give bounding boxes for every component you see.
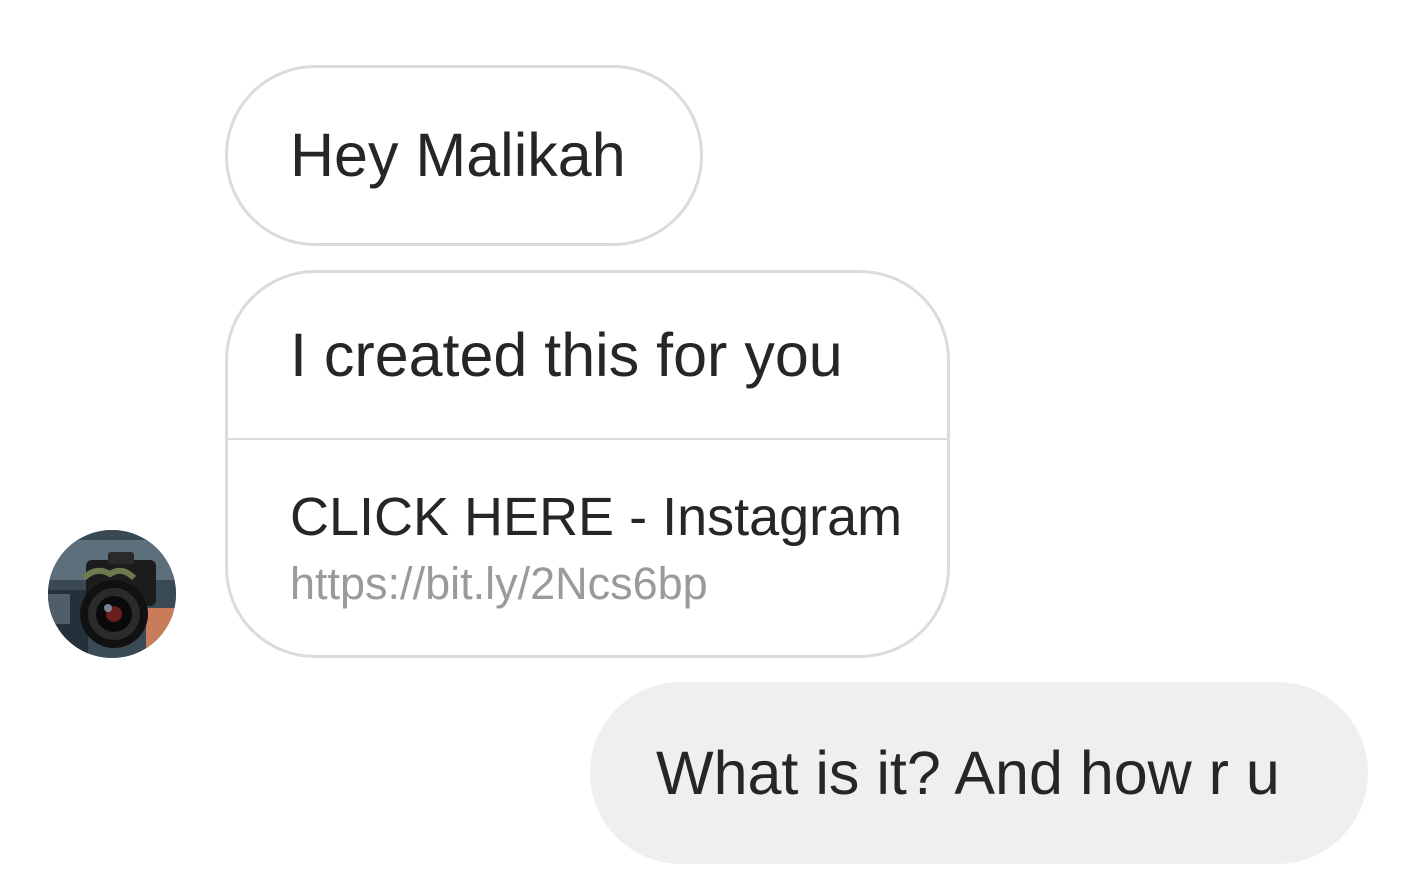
link-message-text-area: I created this for you [228, 273, 947, 440]
sender-avatar[interactable] [48, 530, 176, 658]
sent-message-bubble[interactable]: What is it? And how r u [590, 682, 1368, 864]
message-text: What is it? And how r u [656, 738, 1280, 807]
camera-photo-avatar-icon [48, 530, 176, 658]
link-preview-title: CLICK HERE - Instagram [290, 487, 903, 547]
received-message-bubble[interactable]: Hey Malikah [225, 65, 703, 246]
link-preview-url[interactable]: https://bit.ly/2Ncs6bp [290, 556, 947, 612]
link-preview[interactable]: CLICK HERE - Instagram https://bit.ly/2N… [228, 440, 947, 612]
message-text: I created this for you [290, 321, 843, 389]
received-link-message-bubble[interactable]: I created this for you CLICK HERE - Inst… [225, 270, 950, 658]
message-thread: Hey Malikah I created this for you CLICK… [0, 0, 1423, 881]
previous-content-fragment [560, 0, 720, 6]
message-text: Hey Malikah [290, 121, 626, 189]
